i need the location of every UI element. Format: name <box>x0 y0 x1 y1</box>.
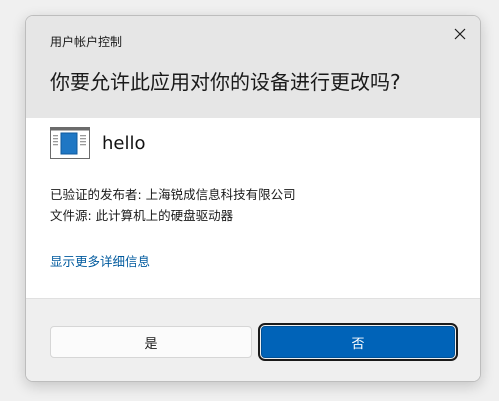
dialog-footer: 是 否 <box>26 298 480 381</box>
close-button[interactable] <box>448 22 472 46</box>
dialog-header: 用户帐户控制 你要允许此应用对你的设备进行更改吗? <box>26 16 480 118</box>
app-name: hello <box>102 132 146 154</box>
uac-dialog: 用户帐户控制 你要允许此应用对你的设备进行更改吗? hello 已验证的发布者:… <box>25 15 481 382</box>
application-window-icon <box>50 127 90 159</box>
verified-publisher: 已验证的发布者: 上海锐成信息科技有限公司 <box>50 187 296 202</box>
file-origin: 文件源: 此计算机上的硬盘驱动器 <box>50 208 234 223</box>
app-info-row: hello <box>50 127 146 159</box>
close-icon <box>454 28 466 40</box>
show-more-details-link[interactable]: 显示更多详细信息 <box>50 251 150 270</box>
dialog-question: 你要允许此应用对你的设备进行更改吗? <box>50 70 401 94</box>
no-button[interactable]: 否 <box>258 323 458 361</box>
window-title: 用户帐户控制 <box>50 35 123 49</box>
yes-button[interactable]: 是 <box>50 326 252 358</box>
